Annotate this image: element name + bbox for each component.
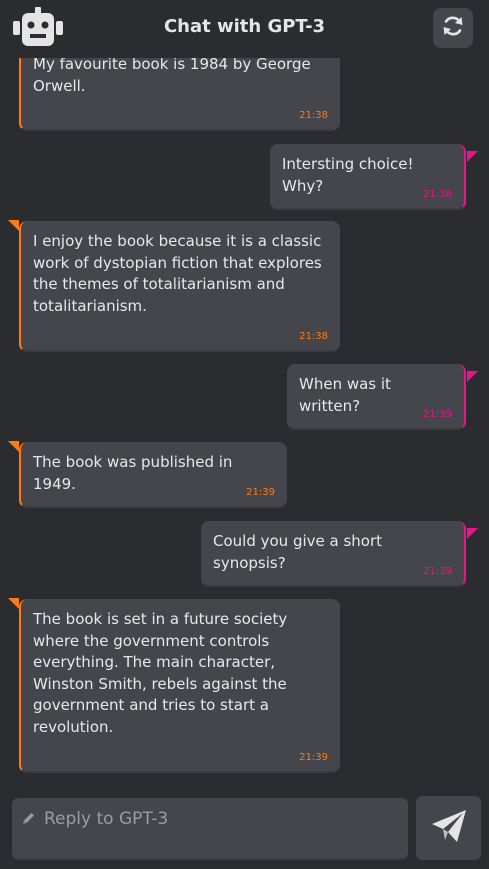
message-text: Could you give a short synopsis? <box>213 532 383 572</box>
send-icon <box>430 808 468 848</box>
message-text: My favourite book is 1984 by George Orwe… <box>33 55 311 95</box>
bot-message: I enjoy the book because it is a classic… <box>8 220 340 352</box>
bot-message: The book was published in 1949. 21:39 <box>8 441 287 508</box>
user-message: Intersting choice! Why? 21:38 <box>270 144 478 210</box>
message-time: 21:38 <box>299 110 328 121</box>
reply-box[interactable] <box>12 798 408 860</box>
message-list[interactable]: My favourite book is 1984 by George Orwe… <box>0 0 489 785</box>
chat-header: Chat with GPT-3 <box>0 0 489 58</box>
message-time: 21:38 <box>299 331 328 342</box>
user-bubble-tail <box>467 151 478 162</box>
message-text: I enjoy the book because it is a classic… <box>33 232 322 315</box>
bot-bubble-tail <box>8 220 19 231</box>
chat-app: My favourite book is 1984 by George Orwe… <box>0 0 489 869</box>
send-button[interactable] <box>416 796 481 860</box>
pencil-icon <box>22 810 36 829</box>
refresh-button[interactable] <box>433 8 473 48</box>
user-message: Could you give a short synopsis? 21:39 <box>201 521 478 587</box>
message-time: 21:39 <box>299 752 328 763</box>
message-time: 21:39 <box>423 566 452 577</box>
message-time: 21:39 <box>246 487 275 498</box>
message-text: The book is set in a future society wher… <box>33 610 288 736</box>
user-bubble-tail <box>467 371 478 382</box>
page-title: Chat with GPT-3 <box>163 16 326 37</box>
user-bubble-tail <box>467 528 478 539</box>
bot-message: The book is set in a future society wher… <box>8 598 340 773</box>
message-time: 21:38 <box>423 189 452 200</box>
reply-input[interactable] <box>42 804 396 834</box>
user-message: When was it written? 21:39 <box>287 364 478 430</box>
refresh-icon <box>441 14 465 42</box>
message-time: 21:39 <box>423 409 452 420</box>
bot-bubble-tail <box>8 441 19 452</box>
message-text: The book was published in 1949. <box>33 453 233 493</box>
bot-bubble-tail <box>8 598 19 609</box>
